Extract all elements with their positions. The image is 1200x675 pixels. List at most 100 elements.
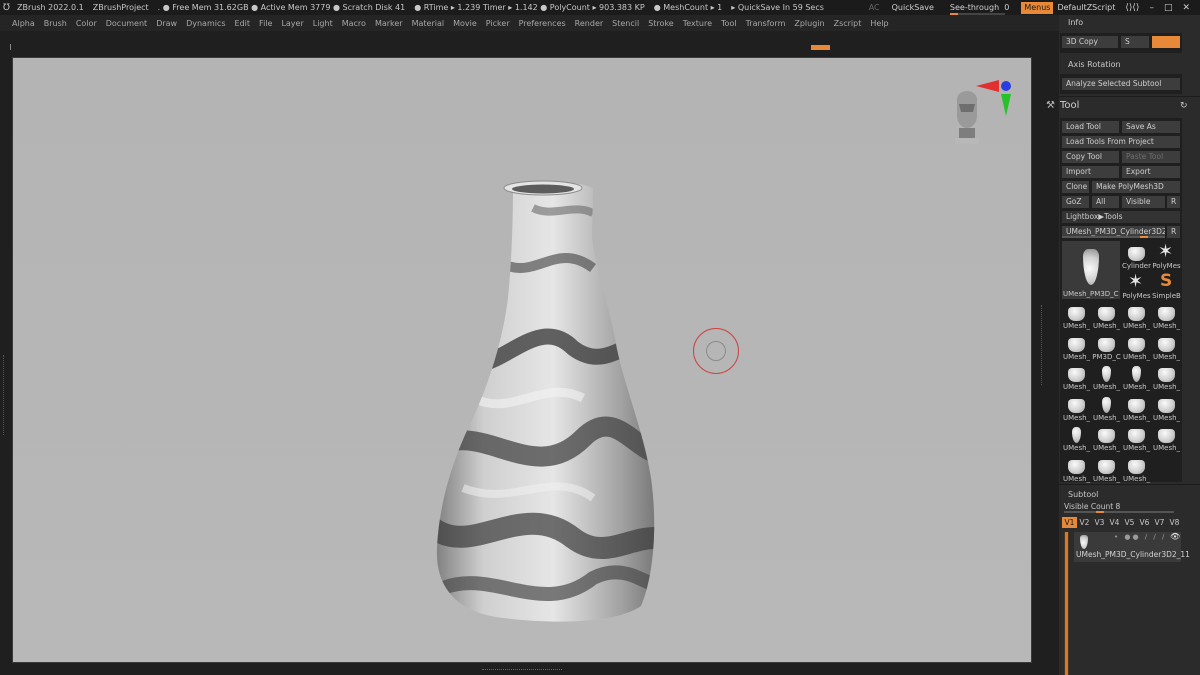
- goz-visible-button[interactable]: Visible: [1122, 196, 1165, 208]
- tool-thumb[interactable]: PM3D_C: [1092, 332, 1121, 361]
- subtool-scrollbar[interactable]: [1064, 532, 1069, 675]
- layout-arrows-icon[interactable]: ⟨⟩⟨⟩: [1125, 3, 1139, 13]
- menus-toggle-button[interactable]: Menus: [1021, 1, 1054, 14]
- size-slider[interactable]: [1152, 36, 1180, 48]
- menu-help[interactable]: Help: [870, 19, 888, 28]
- visibility-set-v4[interactable]: V4: [1107, 517, 1122, 528]
- menu-texture[interactable]: Texture: [683, 19, 712, 28]
- menu-render[interactable]: Render: [575, 19, 603, 28]
- see-through-slider[interactable]: See-through 0: [949, 3, 1009, 15]
- menu-document[interactable]: Document: [106, 19, 147, 28]
- maximize-icon[interactable]: □: [1164, 3, 1173, 13]
- simplebrush-tool-thumb[interactable]: S SimpleB: [1152, 271, 1181, 300]
- menu-file[interactable]: File: [259, 19, 272, 28]
- menu-dynamics[interactable]: Dynamics: [186, 19, 225, 28]
- visible-count-slider[interactable]: Visible Count 8: [1064, 502, 1120, 511]
- goz-button[interactable]: GoZ: [1062, 196, 1089, 208]
- visibility-set-v6[interactable]: V6: [1137, 517, 1152, 528]
- menu-zscript[interactable]: Zscript: [834, 19, 862, 28]
- menu-layer[interactable]: Layer: [281, 19, 303, 28]
- menu-color[interactable]: Color: [76, 19, 97, 28]
- save-as-button[interactable]: Save As: [1122, 121, 1180, 133]
- minimize-icon[interactable]: –: [1149, 3, 1154, 13]
- tool-thumb[interactable]: UMesh_: [1152, 362, 1181, 391]
- tool-thumb[interactable]: UMesh_: [1122, 301, 1151, 330]
- tool-thumb[interactable]: UMesh_: [1092, 423, 1121, 452]
- eye-icon[interactable]: 👁: [1170, 532, 1180, 541]
- clone-button[interactable]: Clone: [1062, 181, 1089, 193]
- import-button[interactable]: Import: [1062, 166, 1119, 178]
- default-zscript-button[interactable]: DefaultZScript: [1057, 3, 1115, 12]
- tool-thumb[interactable]: UMesh_: [1122, 362, 1151, 391]
- tool-thumb[interactable]: UMesh_: [1092, 454, 1121, 483]
- tool-thumb[interactable]: UMesh_: [1062, 332, 1091, 361]
- menu-movie[interactable]: Movie: [453, 19, 477, 28]
- menu-alpha[interactable]: Alpha: [12, 19, 35, 28]
- visibility-set-v7[interactable]: V7: [1152, 517, 1167, 528]
- copy-tool-button[interactable]: Copy Tool: [1062, 151, 1119, 163]
- tool-thumb[interactable]: UMesh_: [1152, 423, 1181, 452]
- tool-thumb[interactable]: UMesh_: [1062, 393, 1091, 422]
- s-button[interactable]: S: [1121, 36, 1149, 48]
- menu-tool[interactable]: Tool: [721, 19, 737, 28]
- tool-thumb[interactable]: UMesh_: [1152, 332, 1181, 361]
- tool-thumb[interactable]: UMesh_: [1062, 423, 1091, 452]
- visibility-set-v2[interactable]: V2: [1077, 517, 1092, 528]
- tool-thumb[interactable]: UMesh_: [1122, 423, 1151, 452]
- visibility-set-v8[interactable]: V8: [1167, 517, 1182, 528]
- navigation-head-gizmo[interactable]: [943, 76, 1013, 156]
- menu-brush[interactable]: Brush: [44, 19, 67, 28]
- menu-transform[interactable]: Transform: [746, 19, 786, 28]
- tool-thumb[interactable]: UMesh_: [1152, 301, 1181, 330]
- tool-thumb[interactable]: UMesh_: [1062, 454, 1091, 483]
- paste-tool-button[interactable]: Paste Tool: [1122, 151, 1180, 163]
- tool-thumb[interactable]: UMesh_: [1152, 393, 1181, 422]
- visibility-set-v5[interactable]: V5: [1122, 517, 1137, 528]
- goz-all-button[interactable]: All: [1092, 196, 1119, 208]
- current-tool-thumbnail[interactable]: UMesh_PM3D_C: [1062, 241, 1120, 299]
- lightbox-tools-button[interactable]: Lightbox▶Tools: [1062, 211, 1180, 223]
- shelf-accent[interactable]: [811, 45, 830, 50]
- analyze-selected-subtool-button[interactable]: Analyze Selected Subtool: [1062, 78, 1180, 90]
- visibility-set-v3[interactable]: V3: [1092, 517, 1107, 528]
- subtool-list-item[interactable]: • ●● ∕ ∕ ∕ 👁 UMesh_PM3D_Cylinder3D2_11: [1074, 532, 1190, 562]
- right-tray-grip[interactable]: [1041, 305, 1044, 385]
- tool-thumb[interactable]: UMesh_: [1092, 362, 1121, 391]
- tool-thumb[interactable]: UMesh_: [1092, 393, 1121, 422]
- tool-thumb[interactable]: UMesh_: [1122, 393, 1151, 422]
- vase-model[interactable]: [13, 58, 1031, 662]
- menu-light[interactable]: Light: [313, 19, 333, 28]
- menu-zplugin[interactable]: Zplugin: [794, 19, 824, 28]
- document-canvas[interactable]: [12, 57, 1032, 663]
- tool-thumb[interactable]: UMesh_: [1062, 362, 1091, 391]
- export-button[interactable]: Export: [1122, 166, 1180, 178]
- menu-stencil[interactable]: Stencil: [612, 19, 639, 28]
- current-tool-r-button[interactable]: R: [1167, 226, 1180, 238]
- left-tray[interactable]: [0, 55, 12, 675]
- polymesh-star-thumb[interactable]: ✶ PolyMes: [1122, 271, 1151, 301]
- left-tray-grip[interactable]: [3, 355, 6, 435]
- tool-palette-title[interactable]: ⚒ Tool: [1046, 100, 1079, 111]
- tool-thumb[interactable]: UMesh_: [1122, 454, 1151, 483]
- refresh-icon[interactable]: ↻: [1180, 101, 1188, 111]
- menu-preferences[interactable]: Preferences: [519, 19, 566, 28]
- load-tool-button[interactable]: Load Tool: [1062, 121, 1119, 133]
- visibility-set-v1[interactable]: V1: [1062, 517, 1077, 528]
- bottom-tray-grip[interactable]: [482, 669, 562, 671]
- bottom-tray[interactable]: [12, 663, 1032, 675]
- menu-macro[interactable]: Macro: [342, 19, 366, 28]
- close-icon[interactable]: ✕: [1182, 3, 1190, 13]
- tool-thumb[interactable]: UMesh_: [1062, 301, 1091, 330]
- ac-button[interactable]: AC: [869, 3, 880, 12]
- make-polymesh3d-button[interactable]: Make PolyMesh3D: [1092, 181, 1180, 193]
- menu-draw[interactable]: Draw: [156, 19, 177, 28]
- right-tray[interactable]: [1032, 55, 1059, 675]
- goz-r-button[interactable]: R: [1167, 196, 1180, 208]
- load-tools-from-project-button[interactable]: Load Tools From Project: [1062, 136, 1180, 148]
- polymesh-tool-thumb[interactable]: ✶ PolyMes: [1152, 241, 1181, 271]
- menu-edit[interactable]: Edit: [235, 19, 251, 28]
- cylinder-tool-thumb[interactable]: Cylinder: [1122, 241, 1151, 270]
- subtool-flags-icon[interactable]: • ●● ∕ ∕ ∕: [1114, 533, 1166, 541]
- 3d-copy-button[interactable]: 3D Copy: [1062, 36, 1118, 48]
- quicksave-button[interactable]: QuickSave: [892, 3, 934, 12]
